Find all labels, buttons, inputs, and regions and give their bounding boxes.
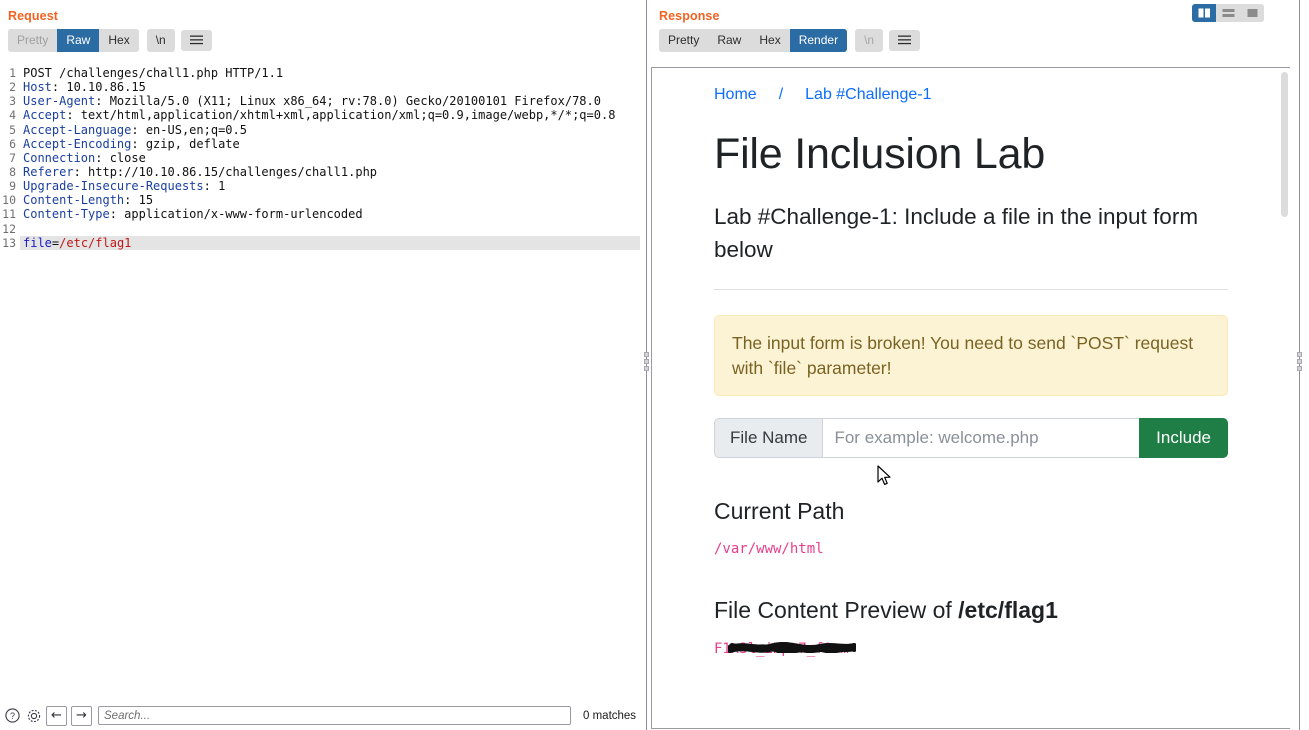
code-line-text: Connection: close: [23, 150, 146, 165]
response-render-frame: Home / Lab #Challenge-1 File Inclusion L…: [651, 67, 1290, 729]
line-number: 7: [9, 150, 16, 165]
page-title: File Inclusion Lab: [714, 130, 1046, 178]
file-include-form: File Name Include: [714, 418, 1228, 459]
gear-icon[interactable]: [25, 707, 42, 724]
layout-toggle-group: [1192, 4, 1264, 22]
code-line: 9 Upgrade-Insecure-Requests: 1: [0, 179, 646, 193]
line-number: 3: [9, 94, 16, 109]
request-tab-hex[interactable]: Hex: [99, 29, 139, 52]
file-preview-heading-file: /etc/flag1: [958, 597, 1058, 624]
request-pane-title: Request: [8, 9, 59, 23]
line-number: 11: [2, 207, 16, 222]
code-line-text: POST /challenges/chall1.php HTTP/1.1: [23, 66, 284, 80]
code-line: 10 Content-Length: 15: [0, 193, 646, 207]
response-tab-render[interactable]: Render: [789, 29, 848, 52]
hamburger-icon[interactable]: [180, 30, 212, 51]
code-line: 13 file=/etc/flag1: [0, 235, 646, 250]
file-preview-content-wrap: F1x3l_iNpu7_f0rm: [714, 640, 856, 658]
include-button[interactable]: Include: [1139, 418, 1228, 459]
breadcrumb-home-link[interactable]: Home: [714, 86, 757, 104]
code-line: 2 Host: 10.10.86.15: [0, 80, 646, 94]
right-pane-splitter[interactable]: [1297, 0, 1302, 730]
burp-suite-window: Request Pretty Raw Hex \n 1 POST /challen…: [0, 0, 1309, 730]
request-pane: Request Pretty Raw Hex \n 1 POST /challen…: [0, 0, 646, 730]
response-scrollbar[interactable]: [1280, 70, 1289, 728]
section-divider: [714, 288, 1228, 290]
file-name-label: File Name: [714, 418, 823, 459]
search-input[interactable]: [98, 706, 571, 725]
response-tab-hex[interactable]: Hex: [750, 29, 790, 52]
response-pane: Response Pretty Raw Hex Render \n Home /…: [651, 0, 1290, 730]
splitter-grip-dots: [644, 352, 649, 371]
file-preview-content: F1x3l_iNpu7_f0rm: [714, 641, 849, 658]
page-subtitle: Lab #Challenge-1: Include a file in the …: [714, 204, 1199, 263]
request-toolbar: Pretty Raw Hex \n: [0, 24, 646, 56]
line-number: 5: [9, 122, 16, 137]
response-newline-button[interactable]: \n: [855, 29, 884, 52]
file-preview-heading: File Content Preview of /etc/flag1: [714, 597, 1228, 624]
line-number: 13: [2, 235, 16, 250]
warning-alert: The input form is broken! You need to se…: [714, 314, 1228, 397]
rendered-web-page: Home / Lab #Challenge-1 File Inclusion L…: [652, 68, 1290, 658]
line-number: 6: [9, 136, 16, 151]
response-scrollbar-thumb[interactable]: [1281, 72, 1288, 217]
file-preview-heading-prefix: File Content Preview of: [714, 597, 959, 624]
code-line: 7 Connection: close: [0, 151, 646, 165]
line-number: 8: [9, 164, 16, 179]
request-raw-editor[interactable]: 1 POST /challenges/chall1.php HTTP/1.1 2 Ho…: [0, 66, 646, 699]
code-line: 8 Referer: http://10.10.86.15/challenges/…: [0, 165, 646, 179]
code-line-text: file=/etc/flag1: [20, 235, 640, 250]
single-pane-icon[interactable]: [1240, 4, 1264, 22]
line-number: 12: [2, 221, 16, 236]
response-tab-pretty[interactable]: Pretty: [659, 29, 709, 52]
arrow-left-icon[interactable]: ←: [46, 705, 67, 726]
request-tab-raw[interactable]: Raw: [57, 29, 100, 52]
code-line-text: User-Agent: Mozilla/5.0 (X11; Linux x86_…: [23, 94, 601, 109]
pane-splitter[interactable]: [644, 0, 649, 730]
breadcrumb: Home / Lab #Challenge-1: [714, 82, 1228, 104]
code-line-text: Accept-Encoding: gzip, deflate: [23, 136, 240, 151]
response-render-scroll[interactable]: Home / Lab #Challenge-1 File Inclusion L…: [652, 68, 1290, 728]
code-line-text: Host: 10.10.86.15: [23, 80, 146, 95]
response-toolbar: Pretty Raw Hex Render \n: [651, 24, 1290, 56]
code-line: 11 Content-Type: application/x-www-form-u…: [0, 207, 646, 221]
question-circle-icon[interactable]: ?: [4, 707, 21, 724]
split-horizontal-icon[interactable]: [1216, 4, 1240, 22]
code-line-text: Accept: text/html,application/xhtml+xml,…: [23, 108, 616, 123]
code-line: 3 User-Agent: Mozilla/5.0 (X11; Linux x86…: [0, 94, 646, 108]
breadcrumb-current-link[interactable]: Lab #Challenge-1: [805, 86, 931, 104]
code-line: 5 Accept-Language: en-US,en;q=0.5: [0, 123, 646, 137]
code-line: 1 POST /challenges/chall1.php HTTP/1.1: [0, 66, 646, 80]
code-line-text: Upgrade-Insecure-Requests: 1: [23, 179, 226, 194]
line-number: 4: [9, 108, 16, 123]
splitter-grip-dots: [1297, 352, 1302, 371]
arrow-right-icon[interactable]: →: [71, 705, 92, 726]
file-name-input[interactable]: [822, 418, 1140, 459]
request-tab-pretty[interactable]: Pretty: [8, 29, 58, 52]
request-search-bar: ? ← → 0 matches: [0, 700, 646, 730]
response-tab-raw[interactable]: Raw: [708, 29, 751, 52]
breadcrumb-separator: /: [778, 86, 784, 103]
line-number: 2: [9, 80, 16, 95]
code-line: 12: [0, 222, 646, 236]
code-line: 4 Accept: text/html,application/xhtml+xml…: [0, 108, 646, 122]
line-number: 1: [9, 66, 16, 80]
current-path-value: /var/www/html: [714, 541, 824, 558]
line-number: 9: [9, 179, 16, 194]
code-line: 6 Accept-Encoding: gzip, deflate: [0, 137, 646, 151]
code-line-text: Content-Type: application/x-www-form-url…: [23, 207, 363, 222]
match-count-label: 0 matches: [583, 709, 637, 722]
split-vertical-icon[interactable]: [1192, 4, 1216, 22]
hamburger-icon[interactable]: [889, 30, 921, 51]
current-path-heading: Current Path: [714, 498, 845, 525]
line-number: 10: [2, 193, 16, 208]
request-newline-button[interactable]: \n: [146, 29, 175, 52]
svg-text:?: ?: [10, 711, 15, 721]
code-line-text: Content-Length: 15: [23, 193, 154, 208]
response-view-mode-group: Pretty Raw Hex Render: [659, 29, 848, 52]
code-line-text: Referer: http://10.10.86.15/challenges/c…: [23, 164, 378, 179]
code-line-text: Accept-Language: en-US,en;q=0.5: [23, 122, 247, 137]
request-view-mode-group: Pretty Raw Hex: [8, 29, 139, 52]
